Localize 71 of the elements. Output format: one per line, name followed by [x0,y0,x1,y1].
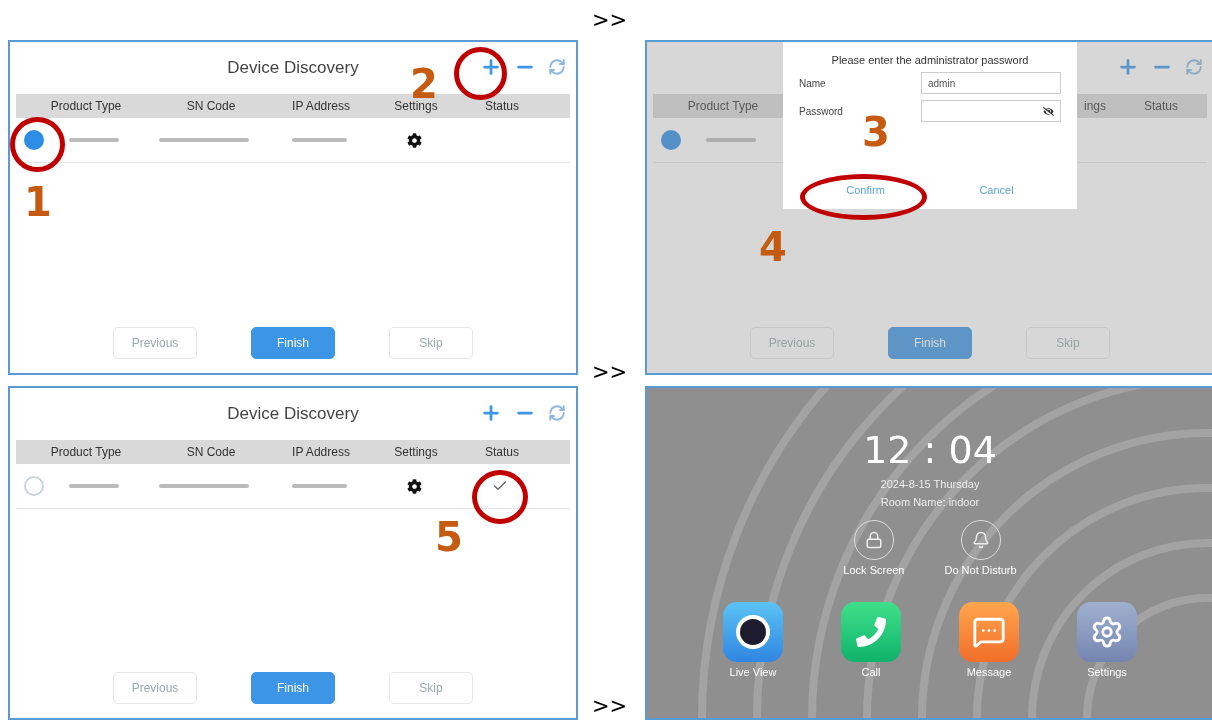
quick-label: Do Not Disturb [944,564,1017,576]
dialog-button[interactable]: Confirm [840,183,891,197]
radio-button[interactable] [24,130,44,150]
finish-button[interactable]: Finish [251,672,335,704]
nav-button[interactable]: Skip [389,672,473,704]
next-arrow: >> [592,362,628,383]
next-arrow: >> [592,696,628,717]
dialog-button[interactable]: Cancel [973,183,1020,197]
column-header: Status [484,445,520,459]
column-header: Product Type [49,99,123,113]
finish-button[interactable]: Finish [888,327,972,359]
column-header: Status [1143,99,1179,113]
lock-icon [864,531,883,549]
nav-button[interactable]: Previous [113,327,197,359]
blurred-text [69,138,119,142]
gear-icon [1090,615,1124,649]
highlight-ring [472,470,528,524]
input-field[interactable] [921,100,1061,122]
step-number: 1 [24,182,52,222]
gear-icon[interactable] [406,132,422,148]
refresh-icon[interactable] [548,404,566,422]
chat-icon [972,615,1006,649]
gear-icon[interactable] [406,478,422,494]
step-number: 3 [862,112,890,152]
app-icon[interactable] [723,602,783,662]
room-name: Room Name: indoor [880,496,980,508]
column-header: Settings [393,445,439,459]
column-header: IP Address [291,99,351,113]
refresh-icon[interactable] [1185,58,1203,76]
bell-icon [971,531,990,549]
nav-button[interactable]: Skip [389,327,473,359]
step-number: 4 [759,227,787,267]
nav-button[interactable]: Previous [113,672,197,704]
blurred-text [291,484,347,488]
column-header: ings [1083,99,1107,113]
radio-button[interactable] [661,130,681,150]
add-icon[interactable] [480,56,502,78]
eye-icon[interactable] [1043,105,1054,117]
blurred-text [706,138,756,142]
column-header: Status [484,99,520,113]
input-field[interactable]: admin [921,72,1061,94]
nav-button[interactable]: Previous [750,327,834,359]
add-icon[interactable] [480,402,502,424]
app-label: Live View [729,666,777,678]
app-label: Call [861,666,881,678]
column-header: IP Address [291,445,351,459]
refresh-icon[interactable] [548,58,566,76]
screen-title: Device Discovery [227,404,359,424]
date-text: 2024-8-15 Thursday [880,478,980,490]
column-header: SN Code [185,99,237,113]
finish-button[interactable]: Finish [251,327,335,359]
column-header: SN Code [185,445,237,459]
column-header: Product Type [49,445,123,459]
camera-lens-icon [735,614,771,650]
step-number: 5 [435,517,463,557]
field-label: Password [799,105,843,117]
clock-time: 12 : 04 [863,428,997,472]
blurred-text [291,138,347,142]
next-arrow: >> [592,9,628,31]
screen-title: Device Discovery [227,58,359,78]
app-label: Message [966,666,1012,678]
phone-icon [856,617,886,647]
highlight-ring [454,47,507,100]
field-label: Name [799,77,826,89]
column-header: Product Type [686,99,760,113]
blurred-text [69,484,119,488]
quick-label: Lock Screen [843,564,905,576]
app-label: Settings [1087,666,1127,678]
nav-button[interactable]: Skip [1026,327,1110,359]
dialog-title: Please enter the administrator password [830,54,1030,66]
highlight-ring [10,117,65,172]
